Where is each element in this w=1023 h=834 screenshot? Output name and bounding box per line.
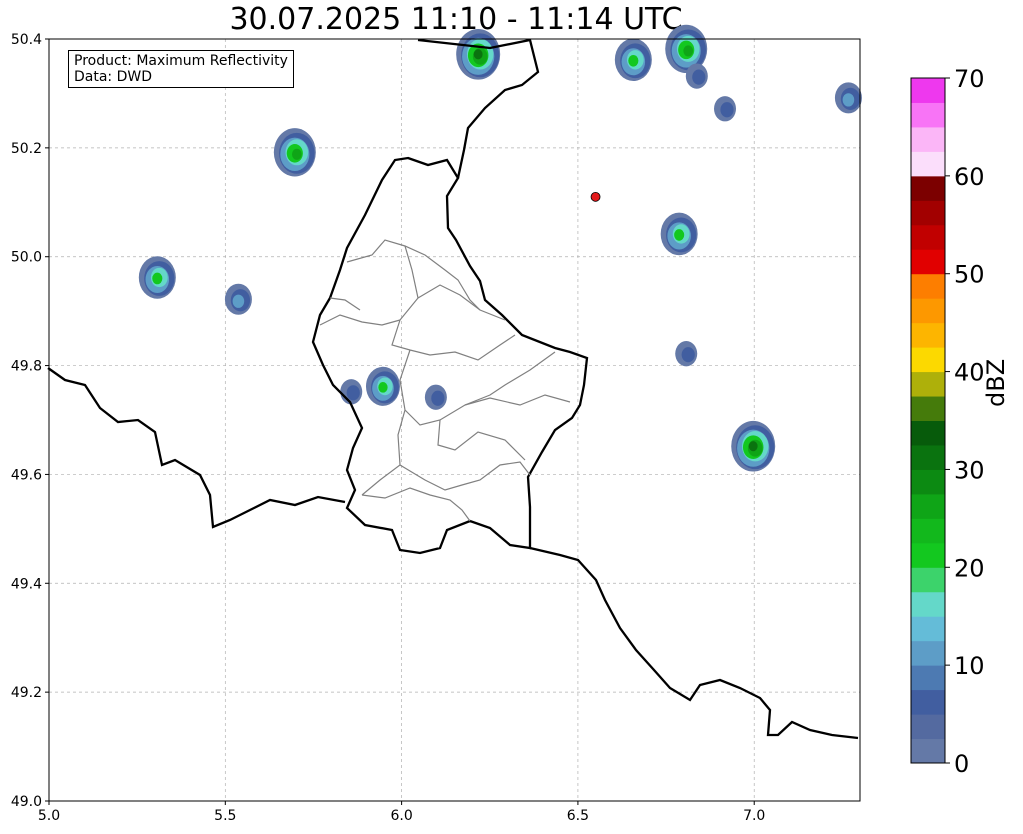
colorbar-cell — [911, 102, 945, 128]
colorbar-cell — [911, 78, 945, 103]
colorbar-cell — [911, 518, 945, 544]
colorbar-cell — [911, 567, 945, 593]
colorbar-cells — [910, 77, 946, 764]
colorbar-tick-label: 70 — [954, 65, 985, 93]
colorbar-cell — [911, 347, 945, 373]
colorbar-cell — [911, 224, 945, 250]
colorbar-tick-label: 20 — [954, 554, 985, 582]
colorbar-cell — [911, 249, 945, 275]
colorbar-cell — [911, 689, 945, 715]
colorbar-cell — [911, 640, 945, 666]
colorbar-tick-label: 0 — [954, 750, 969, 778]
colorbar-cell — [911, 200, 945, 226]
colorbar-cell — [911, 665, 945, 691]
colorbar-cell — [911, 469, 945, 495]
colorbar-ticks: 0 10 20 30 40 50 60 70 — [945, 65, 985, 778]
colorbar: 0 10 20 30 40 50 60 70 — [910, 65, 985, 778]
colorbar-cell — [911, 175, 945, 201]
colorbar-tick-label: 10 — [954, 652, 985, 680]
colorbar-cell — [911, 542, 945, 568]
colorbar-cell — [911, 420, 945, 446]
colorbar-cell — [911, 298, 945, 324]
colorbar-cell — [911, 273, 945, 299]
colorbar-tick-label: 30 — [954, 456, 985, 484]
colorbar-tick-label: 50 — [954, 261, 985, 289]
colorbar-cell — [911, 616, 945, 642]
colorbar-cell — [911, 126, 945, 152]
colorbar-cell — [911, 738, 945, 764]
colorbar-cell — [911, 151, 945, 177]
colorbar-cell — [911, 444, 945, 470]
colorbar-cell — [911, 714, 945, 740]
colorbar-cell — [911, 322, 945, 348]
colorbar-label: dBZ — [982, 358, 1010, 407]
colorbar-cell — [911, 371, 945, 397]
colorbar-cell — [911, 396, 945, 421]
colorbar-cell — [911, 493, 945, 519]
colorbar-cell — [911, 591, 945, 617]
colorbar-tick-label: 40 — [954, 359, 985, 387]
colorbar-tick-label: 60 — [954, 163, 985, 191]
